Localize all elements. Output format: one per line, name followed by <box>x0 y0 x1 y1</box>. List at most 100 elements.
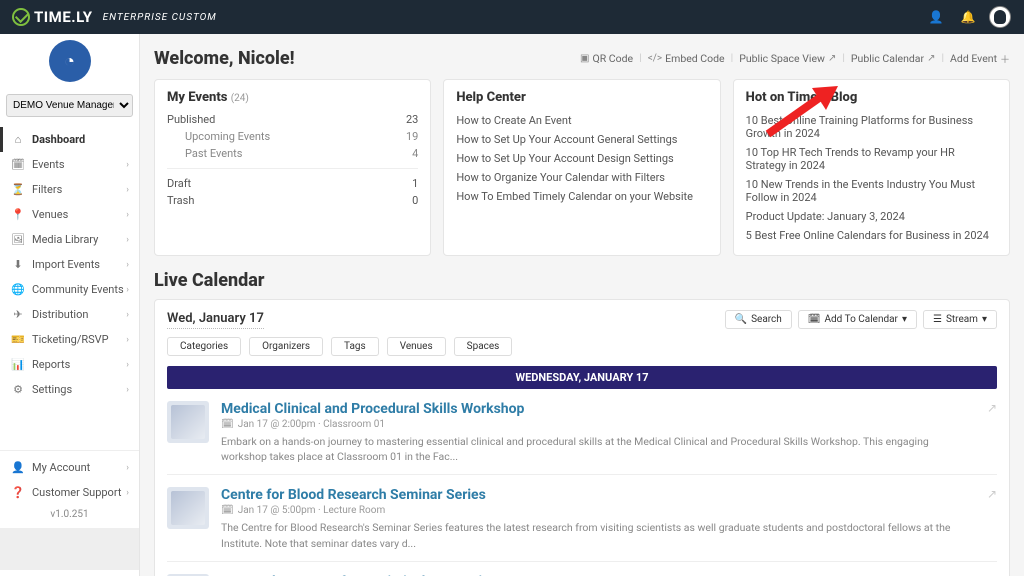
nav-label: Events <box>32 158 65 171</box>
search-button[interactable]: 🔍Search <box>725 310 792 329</box>
blog-link[interactable]: 10 New Trends in the Events Industry You… <box>746 175 997 207</box>
brand-logo[interactable]: TIME.LY ENTERPRISE CUSTOM <box>12 8 217 26</box>
action-label: Embed Code <box>665 52 724 65</box>
event-meta: Jan 17 @ 5:00pm · Lecture Room <box>238 505 386 516</box>
stat-row[interactable]: Draft1 <box>167 175 418 192</box>
nav-reports[interactable]: 📊Reports› <box>0 352 139 377</box>
share-icon[interactable]: ↗ <box>987 401 997 464</box>
stat-row[interactable]: Trash0 <box>167 192 418 209</box>
qr-code-link[interactable]: ▣QR Code <box>580 51 633 66</box>
chevron-right-icon: › <box>126 160 129 170</box>
nav-media-library[interactable]: 🖼Media Library› <box>0 227 139 252</box>
bell-icon[interactable]: 🔔 <box>956 5 980 29</box>
org-logo-icon: ◔ <box>49 40 91 82</box>
nav-label: Customer Support <box>32 486 121 499</box>
nav-label: My Account <box>32 461 90 474</box>
avatar[interactable] <box>988 5 1012 29</box>
user-icon[interactable]: 👤 <box>924 5 948 29</box>
search-icon: 🔍 <box>735 314 747 325</box>
chevron-right-icon: › <box>126 335 129 345</box>
event-desc: Embark on a hands-on journey to masterin… <box>221 434 975 464</box>
nav-events[interactable]: 🗓Events› <box>0 152 139 177</box>
chevron-right-icon: › <box>126 285 129 295</box>
nav-distribution[interactable]: ✈Distribution› <box>0 302 139 327</box>
nav-label: Ticketing/RSVP <box>32 333 109 346</box>
chevron-down-icon: ▾ <box>982 314 987 325</box>
add-to-calendar-button[interactable]: 🗓Add To Calendar ▾ <box>798 310 917 329</box>
gear-icon: ⚙ <box>10 383 26 396</box>
nav-venues[interactable]: 📍Venues› <box>0 202 139 227</box>
nav-community-events[interactable]: 🌐 Community Events› <box>0 277 139 302</box>
blog-link[interactable]: 10 Top HR Tech Trends to Revamp your HR … <box>746 143 997 175</box>
public-space-view-link[interactable]: Public Space View↗ <box>739 51 836 66</box>
help-link[interactable]: How to Set Up Your Account Design Settin… <box>456 149 707 168</box>
help-link[interactable]: How to Create An Event <box>456 111 707 130</box>
blog-link[interactable]: Product Update: January 3, 2024 <box>746 207 997 226</box>
filter-tags[interactable]: Tags <box>331 337 379 356</box>
public-calendar-link[interactable]: Public Calendar↗ <box>851 51 936 66</box>
chevron-right-icon: › <box>126 260 129 270</box>
action-label: QR Code <box>592 52 633 65</box>
external-icon: ↗ <box>828 53 836 64</box>
nav-ticketing[interactable]: 🎫 Ticketing/RSVP › <box>0 327 139 352</box>
brand-tagline: ENTERPRISE CUSTOM <box>103 12 217 23</box>
live-calendar-heading: Live Calendar <box>154 270 1010 291</box>
event-desc: The Centre for Blood Research's Seminar … <box>221 520 975 550</box>
org-selector[interactable]: DEMO Venue Management <box>6 94 133 117</box>
share-icon[interactable]: ↗ <box>987 487 997 550</box>
event-title[interactable]: Centre for Blood Research Seminar Series <box>221 487 975 503</box>
nav-label: Community Events <box>32 283 124 296</box>
stream-button[interactable]: ☰Stream ▾ <box>923 310 997 329</box>
chevron-right-icon: › <box>126 385 129 395</box>
blog-link[interactable]: 5 Best Free Online Calendars for Busines… <box>746 226 997 245</box>
help-link[interactable]: How to Organize Your Calendar with Filte… <box>456 168 707 187</box>
event-item[interactable]: Medical Clinical and Procedural Skills W… <box>167 389 997 475</box>
filter-spaces[interactable]: Spaces <box>454 337 513 356</box>
chart-icon: 📊 <box>10 358 26 371</box>
nav-filters[interactable]: ⏳Filters› <box>0 177 139 202</box>
filter-organizers[interactable]: Organizers <box>249 337 323 356</box>
event-meta: Jan 17 @ 2:00pm · Classroom 01 <box>238 419 385 430</box>
chevron-right-icon: › <box>126 310 129 320</box>
list-icon: ☰ <box>933 314 942 325</box>
help-link[interactable]: How To Embed Timely Calendar on your Web… <box>456 187 707 206</box>
download-icon: ⬇ <box>10 258 26 271</box>
stat-row[interactable]: Past Events4 <box>167 145 418 162</box>
event-item[interactable]: Research Data – R for Statistical Comput… <box>167 562 997 576</box>
filter-categories[interactable]: Categories <box>167 337 241 356</box>
filter-venues[interactable]: Venues <box>387 337 446 356</box>
events-count: (24) <box>231 93 249 104</box>
sidebar-scroll-hint <box>0 528 139 570</box>
event-item[interactable]: Centre for Blood Research Seminar Series… <box>167 475 997 561</box>
sidebar: ◔ DEMO Venue Management ⌂Dashboard 🗓Even… <box>0 34 140 576</box>
stat-row[interactable]: Upcoming Events19 <box>167 128 418 145</box>
event-thumbnail <box>167 487 209 529</box>
page-title: Welcome, Nicole! <box>154 48 295 69</box>
chevron-right-icon: › <box>126 185 129 195</box>
nav-customer-support[interactable]: ❓Customer Support› <box>0 480 139 505</box>
calendar-date[interactable]: Wed, January 17 <box>167 311 264 329</box>
embed-code-link[interactable]: </>Embed Code <box>648 51 725 66</box>
ticket-icon: 🎫 <box>10 333 26 346</box>
filter-icon: ⏳ <box>10 183 26 196</box>
nav-settings[interactable]: ⚙ Settings › <box>0 377 139 402</box>
chevron-right-icon: › <box>126 463 129 473</box>
nav-label: Settings <box>32 383 72 396</box>
external-icon: ↗ <box>927 53 935 64</box>
globe-icon: 🌐 <box>10 283 26 296</box>
event-title[interactable]: Medical Clinical and Procedural Skills W… <box>221 401 975 417</box>
version-label: v1.0.251 <box>0 505 139 528</box>
nav-import-events[interactable]: ⬇Import Events› <box>0 252 139 277</box>
stat-row[interactable]: Published23 <box>167 111 418 128</box>
calendar-icon: 🗓 <box>221 505 234 516</box>
add-event-link[interactable]: Add Event＋ <box>950 51 1010 66</box>
nav-dashboard[interactable]: ⌂Dashboard <box>0 127 139 152</box>
blog-link[interactable]: 10 Best Online Training Platforms for Bu… <box>746 111 997 143</box>
topbar: TIME.LY ENTERPRISE CUSTOM 👤 🔔 <box>0 0 1024 34</box>
help-link[interactable]: How to Set Up Your Account General Setti… <box>456 130 707 149</box>
logo-mark-icon <box>12 8 30 26</box>
nav-my-account[interactable]: 👤My Account› <box>0 455 139 480</box>
card-title: My Events <box>167 90 227 105</box>
plus-icon: ＋ <box>1000 51 1010 66</box>
help-center-card: Help Center How to Create An Event How t… <box>443 79 720 256</box>
